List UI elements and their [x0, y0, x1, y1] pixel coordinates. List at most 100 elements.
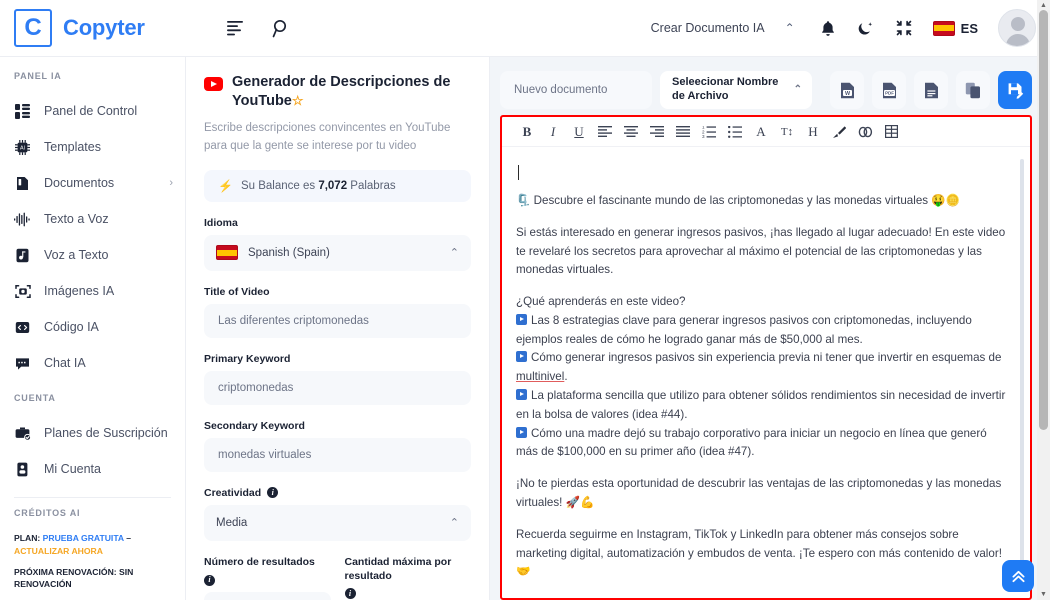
svg-text:3: 3: [702, 134, 705, 138]
sidebar-item-texto-a-voz[interactable]: Texto a Voz: [0, 201, 185, 237]
app-root: C Copyter Crear Documento IA ⌃ ES PANEL …: [0, 0, 1050, 600]
document-question: ¿Qué aprenderás en este video?: [516, 295, 686, 309]
align-justify-button[interactable]: [670, 119, 696, 145]
bell-icon[interactable]: [811, 11, 845, 45]
creativity-select[interactable]: Media ⌃: [204, 504, 471, 541]
document-toolbar: Nuevo documento Seleecionar Nombre de Ar…: [500, 71, 1032, 109]
info-icon[interactable]: i: [267, 487, 279, 499]
export-pdf-button[interactable]: PDF: [872, 71, 906, 109]
underline-button[interactable]: U: [566, 119, 592, 145]
main-body: PANEL IA Panel de Control AI Templates D…: [0, 57, 1050, 600]
font-color-button[interactable]: A: [748, 119, 774, 145]
num-results-group: Número de resultados i 1: [204, 556, 331, 600]
list-item-text: La plataforma sencilla que utilizo para …: [516, 389, 1006, 421]
renewal-line: PRÓXIMA RENOVACIÓN: SIN RENOVACIÓN: [14, 566, 134, 589]
spellcheck-word: multinivel: [516, 370, 565, 384]
moon-icon[interactable]: [849, 11, 883, 45]
language-selector[interactable]: ES: [925, 20, 986, 36]
balance-prefix: Su Balance es: [240, 179, 319, 192]
list-item: Las 8 estrategias clave para generar ing…: [516, 312, 1008, 350]
create-document-button[interactable]: Crear Documento IA: [645, 15, 771, 41]
editor-area: Nuevo documento Seleecionar Nombre de Ar…: [490, 57, 1050, 600]
collapse-icon[interactable]: [887, 11, 921, 45]
list-lines-icon[interactable]: [218, 11, 252, 45]
bold-button[interactable]: B: [514, 119, 540, 145]
creativity-label: Creatividad i: [204, 487, 471, 499]
sidebar-item-label: Texto a Voz: [44, 212, 109, 226]
scroll-to-top-button[interactable]: [1002, 560, 1034, 592]
spain-flag-icon: [216, 245, 238, 261]
sidebar-item-panel-de-control[interactable]: Panel de Control: [0, 93, 185, 129]
sidebar-item-documentos[interactable]: Documentos ›: [0, 165, 185, 201]
select-filename-dropdown[interactable]: Seleecionar Nombre de Archivo ⌃: [660, 71, 812, 109]
sidebar-divider: [14, 497, 171, 498]
num-results-input[interactable]: 1: [204, 591, 331, 600]
scroll-up-arrow[interactable]: ▲: [1040, 2, 1047, 9]
svg-text:AI: AI: [20, 145, 25, 151]
sidebar-item-label: Imágenes IA: [44, 284, 115, 298]
link-icon[interactable]: [852, 119, 878, 145]
sidebar-item-label: Planes de Suscripción: [44, 426, 168, 440]
sidebar-item-imagenes-ia[interactable]: Imágenes IA: [0, 273, 185, 309]
document-content[interactable]: 🗜️ Descubre el fascinante mundo de las c…: [502, 147, 1030, 598]
sidebar-item-mi-cuenta[interactable]: Mi Cuenta: [0, 451, 185, 487]
align-right-button[interactable]: [644, 119, 670, 145]
chevron-up-icon[interactable]: ⌃: [775, 21, 807, 35]
sidebar-item-planes-de-suscripcion[interactable]: Planes de Suscripción: [0, 415, 185, 451]
font-size-button[interactable]: T↕: [774, 119, 800, 145]
info-icon[interactable]: i: [204, 574, 215, 586]
headline-emoji: 🗜️: [516, 194, 531, 207]
avatar[interactable]: [998, 9, 1036, 47]
search-icon[interactable]: [264, 11, 298, 45]
align-center-button[interactable]: [618, 119, 644, 145]
table-icon[interactable]: [878, 119, 904, 145]
sidebar-item-label: Voz a Texto: [44, 248, 109, 262]
favorite-star-icon[interactable]: ☆: [292, 93, 304, 108]
secondary-keyword-input[interactable]: monedas virtuales: [204, 437, 471, 472]
creativity-label-text: Creatividad: [204, 486, 262, 499]
align-left-button[interactable]: [592, 119, 618, 145]
new-document-tab[interactable]: Nuevo documento: [500, 71, 652, 109]
brand[interactable]: C Copyter: [14, 9, 200, 47]
play-icon: [516, 389, 527, 401]
title-of-video-label: Title of Video: [204, 285, 270, 298]
plan-upgrade-link[interactable]: ACTUALIZAR AHORA: [14, 546, 103, 556]
italic-button[interactable]: I: [540, 119, 566, 145]
generator-description: Escribe descripciones convincentes en Yo…: [204, 122, 451, 152]
export-text-button[interactable]: [914, 71, 948, 109]
sidebar-item-label: Panel de Control: [44, 104, 138, 118]
chevron-up-icon: ⌃: [449, 247, 459, 260]
spain-flag-icon: [932, 20, 955, 36]
play-icon: [516, 313, 527, 325]
heading-button[interactable]: H: [800, 119, 826, 145]
list-item: Cómo generar ingresos pasivos sin experi…: [516, 349, 1008, 387]
generator-header: Generador de Descripciones de YouTube☆: [204, 73, 471, 110]
primary-keyword-input[interactable]: criptomonedas: [204, 370, 471, 405]
document-headline: 🗜️ Descubre el fascinante mundo de las c…: [516, 192, 1008, 211]
sidebar-item-templates[interactable]: AI Templates: [0, 129, 185, 165]
id-card-icon: [14, 461, 31, 478]
audio-file-icon: [14, 247, 31, 264]
save-document-button[interactable]: [998, 71, 1032, 109]
camera-frame-icon: [14, 283, 31, 300]
sidebar-item-voz-a-texto[interactable]: Voz a Texto: [0, 237, 185, 273]
title-of-video-input[interactable]: Las diferentes criptomonedas: [204, 303, 471, 338]
info-icon[interactable]: i: [344, 588, 356, 600]
editor-scrollbar[interactable]: [1020, 159, 1024, 586]
max-amount-label-text: Cantidad máxima por resultado: [344, 555, 452, 582]
brush-icon[interactable]: [826, 119, 852, 145]
sidebar-item-chat-ia[interactable]: Chat IA: [0, 345, 185, 381]
sidebar-item-codigo-ia[interactable]: Código IA: [0, 309, 185, 345]
ordered-list-button[interactable]: 123: [696, 119, 722, 145]
page-scrollbar[interactable]: ▲ ▼: [1037, 0, 1050, 600]
language-select[interactable]: Spanish (Spain) ⌃: [204, 234, 471, 271]
export-word-button[interactable]: W: [830, 71, 864, 109]
copy-document-button[interactable]: [956, 71, 990, 109]
scroll-down-arrow[interactable]: ▼: [1040, 591, 1047, 598]
page-scrollbar-thumb[interactable]: [1039, 10, 1048, 430]
sidebar-section-account: CUENTA: [14, 393, 56, 403]
bullet-list-button[interactable]: [722, 119, 748, 145]
creativity-value: Media: [216, 516, 248, 529]
chevron-right-icon: ›: [169, 177, 173, 189]
